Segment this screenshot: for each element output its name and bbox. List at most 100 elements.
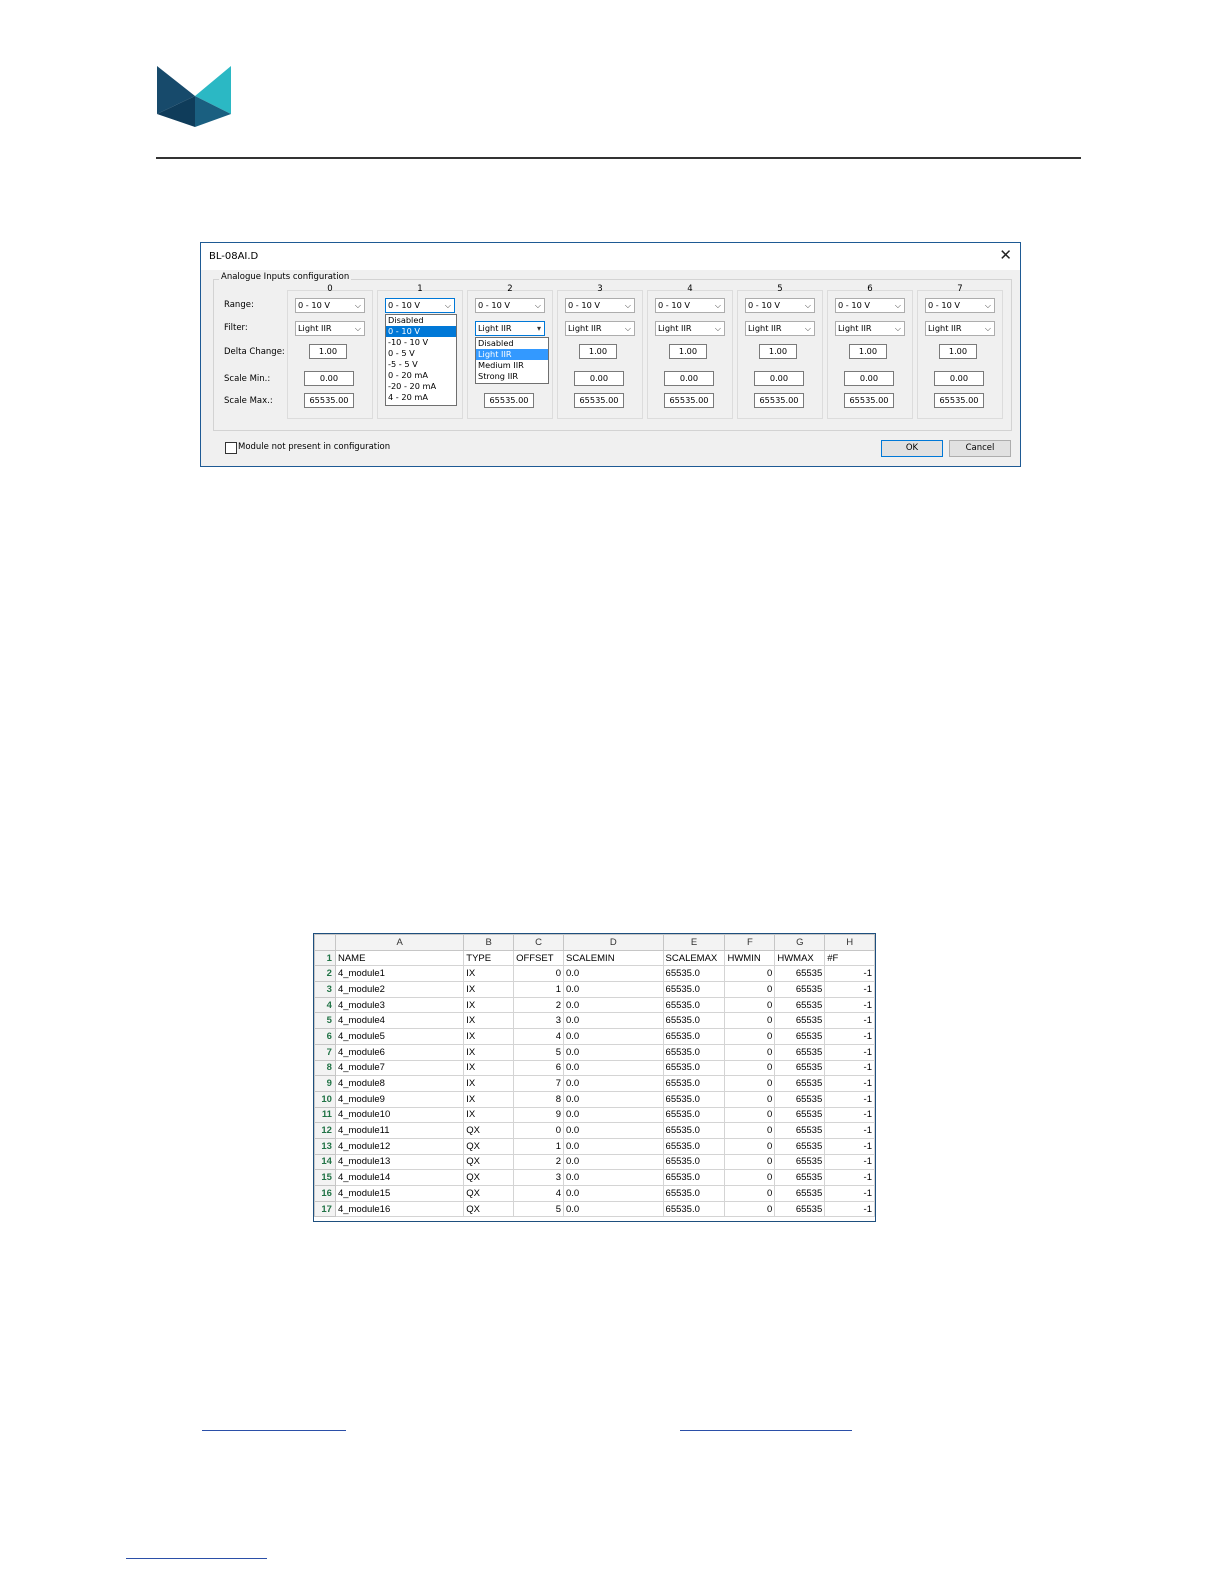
table-cell[interactable]: 0 <box>724 1169 776 1186</box>
scale-min-input[interactable]: 0.00 <box>934 371 984 386</box>
row-header[interactable]: 10 <box>314 1090 336 1108</box>
table-cell[interactable]: 65535 <box>774 1075 826 1092</box>
table-cell[interactable]: IX <box>463 965 515 983</box>
table-cell[interactable]: 9 <box>513 1106 564 1124</box>
link-underline[interactable] <box>126 1558 267 1559</box>
table-cell[interactable]: 65535.0 <box>662 1028 726 1045</box>
row-header[interactable]: 13 <box>314 1137 336 1155</box>
table-cell[interactable]: -1 <box>824 1090 875 1108</box>
row-header[interactable]: 7 <box>314 1043 336 1061</box>
scale-min-input[interactable]: 0.00 <box>574 371 624 386</box>
table-cell[interactable]: HWMIN <box>724 949 776 967</box>
table-cell[interactable]: 5 <box>513 1200 564 1218</box>
delta-change-input[interactable]: 1.00 <box>849 344 887 359</box>
delta-change-input[interactable]: 1.00 <box>939 344 977 359</box>
scale-max-input[interactable]: 65535.00 <box>664 393 714 408</box>
table-cell[interactable]: -1 <box>824 1059 875 1077</box>
scale-max-input[interactable]: 65535.00 <box>484 393 534 408</box>
ok-button[interactable]: OK <box>881 440 943 457</box>
table-cell[interactable]: 0 <box>513 1122 564 1139</box>
table-cell[interactable]: -1 <box>824 1200 875 1218</box>
table-cell[interactable]: 4_module9 <box>334 1090 465 1108</box>
column-header[interactable]: H <box>824 934 875 951</box>
scale-max-input[interactable]: 65535.00 <box>754 393 804 408</box>
table-cell[interactable]: 65535.0 <box>662 1075 726 1092</box>
close-icon[interactable]: ✕ <box>999 246 1012 264</box>
range-option[interactable]: 0 - 20 mA <box>386 370 456 381</box>
column-header[interactable]: G <box>774 934 826 951</box>
row-header[interactable]: 15 <box>314 1169 336 1186</box>
table-cell[interactable]: 0 <box>724 1122 776 1139</box>
table-cell[interactable]: 4_module2 <box>334 981 465 998</box>
table-cell[interactable]: TYPE <box>463 949 515 967</box>
table-cell[interactable]: -1 <box>824 1043 875 1061</box>
table-cell[interactable]: QX <box>463 1169 515 1186</box>
table-cell[interactable]: 0 <box>724 1153 776 1171</box>
table-cell[interactable]: 4_module11 <box>334 1122 465 1139</box>
table-cell[interactable]: IX <box>463 1012 515 1030</box>
scale-min-input[interactable]: 0.00 <box>304 371 354 386</box>
scale-min-input[interactable]: 0.00 <box>664 371 714 386</box>
table-cell[interactable]: 4 <box>513 1185 564 1202</box>
table-cell[interactable]: 2 <box>513 1153 564 1171</box>
table-cell[interactable]: 4_module13 <box>334 1153 465 1171</box>
table-cell[interactable]: 0 <box>724 1106 776 1124</box>
table-cell[interactable]: 65535.0 <box>662 1122 726 1139</box>
table-cell[interactable]: -1 <box>824 1185 875 1202</box>
table-cell[interactable]: 0 <box>724 1185 776 1202</box>
table-cell[interactable]: 0 <box>724 996 776 1014</box>
table-cell[interactable]: 65535.0 <box>662 1185 726 1202</box>
delta-change-input[interactable]: 1.00 <box>669 344 707 359</box>
scale-min-input[interactable]: 0.00 <box>754 371 804 386</box>
table-cell[interactable]: 0 <box>724 1200 776 1218</box>
table-cell[interactable]: IX <box>463 1090 515 1108</box>
table-cell[interactable]: 65535 <box>774 1059 826 1077</box>
filter-combo[interactable]: Light IIR ⌵ <box>745 321 815 336</box>
table-cell[interactable]: IX <box>463 981 515 998</box>
table-cell[interactable]: 65535 <box>774 1169 826 1186</box>
table-cell[interactable]: 4_module15 <box>334 1185 465 1202</box>
delta-change-input[interactable]: 1.00 <box>309 344 347 359</box>
select-all-corner[interactable] <box>314 934 336 951</box>
row-header[interactable]: 17 <box>314 1200 336 1218</box>
table-cell[interactable]: 65535 <box>774 1090 826 1108</box>
table-cell[interactable]: 65535 <box>774 965 826 983</box>
table-cell[interactable]: 8 <box>513 1090 564 1108</box>
table-cell[interactable]: QX <box>463 1185 515 1202</box>
row-header[interactable]: 11 <box>314 1106 336 1124</box>
range-combo[interactable]: 0 - 10 V ⌵ <box>295 298 365 313</box>
table-cell[interactable]: 1 <box>513 1137 564 1155</box>
table-cell[interactable]: IX <box>463 1043 515 1061</box>
table-cell[interactable]: -1 <box>824 1028 875 1045</box>
scale-max-input[interactable]: 65535.00 <box>844 393 894 408</box>
link-underline[interactable] <box>680 1430 852 1431</box>
row-header[interactable]: 14 <box>314 1153 336 1171</box>
delta-change-input[interactable]: 1.00 <box>579 344 617 359</box>
row-header[interactable]: 1 <box>314 949 336 967</box>
range-combo[interactable]: 0 - 10 V ⌵ <box>655 298 725 313</box>
scale-max-input[interactable]: 65535.00 <box>304 393 354 408</box>
table-cell[interactable]: 65535.0 <box>662 981 726 998</box>
table-cell[interactable]: HWMAX <box>774 949 826 967</box>
table-cell[interactable]: 4_module6 <box>334 1043 465 1061</box>
table-cell[interactable]: 0.0 <box>562 1090 664 1108</box>
row-header[interactable]: 6 <box>314 1028 336 1045</box>
table-cell[interactable]: 0 <box>724 965 776 983</box>
table-cell[interactable]: 4_module1 <box>334 965 465 983</box>
table-cell[interactable]: 0 <box>724 1043 776 1061</box>
table-cell[interactable]: -1 <box>824 1012 875 1030</box>
table-cell[interactable]: 65535 <box>774 1028 826 1045</box>
table-cell[interactable]: 0 <box>724 1090 776 1108</box>
filter-option[interactable]: Light IIR <box>476 349 548 360</box>
table-cell[interactable]: QX <box>463 1137 515 1155</box>
scale-max-input[interactable]: 65535.00 <box>574 393 624 408</box>
table-cell[interactable]: IX <box>463 1106 515 1124</box>
table-cell[interactable]: -1 <box>824 1122 875 1139</box>
table-cell[interactable]: 0 <box>724 981 776 998</box>
table-cell[interactable]: 65535 <box>774 1185 826 1202</box>
table-cell[interactable]: 0.0 <box>562 1122 664 1139</box>
table-cell[interactable]: 65535.0 <box>662 1043 726 1061</box>
table-cell[interactable]: 65535 <box>774 1122 826 1139</box>
table-cell[interactable]: 0.0 <box>562 996 664 1014</box>
range-combo[interactable]: 0 - 10 V ⌵ <box>835 298 905 313</box>
